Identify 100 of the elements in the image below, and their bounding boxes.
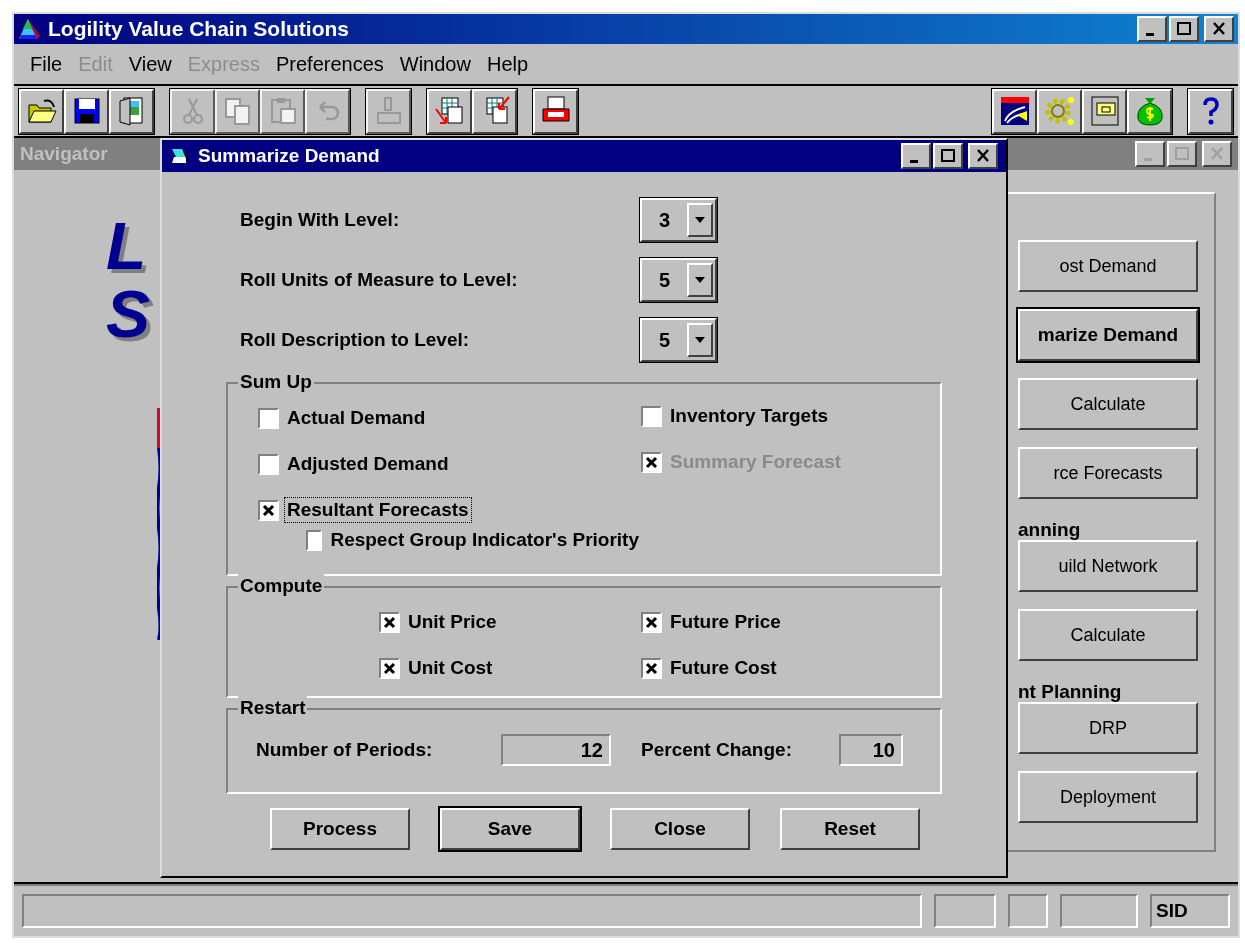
group-title: Compute	[238, 574, 325, 598]
toolbar-button[interactable]	[992, 88, 1037, 134]
menu-item[interactable]: Preferences	[267, 49, 392, 79]
toolbar-button[interactable]	[64, 88, 109, 134]
close-icon	[1211, 22, 1227, 36]
x-mark-icon	[383, 615, 396, 629]
chart-card-icon	[998, 95, 1031, 127]
file-cabinet-icon	[1088, 95, 1121, 127]
maximize-icon	[940, 149, 956, 163]
toolbar-button[interactable]	[109, 88, 154, 134]
dialog-button[interactable]: Close	[610, 808, 750, 850]
level-label: Roll Description to Level:	[240, 327, 471, 352]
level-dropdown[interactable]: 5	[640, 318, 717, 362]
maximize-icon	[1174, 147, 1190, 161]
logo-text: L	[106, 212, 148, 280]
dialog-button[interactable]: Save	[440, 808, 580, 850]
toolbar-button[interactable]	[1082, 88, 1127, 134]
level-dropdown[interactable]: 3	[640, 198, 717, 242]
x-mark-icon	[383, 661, 396, 675]
dialog-app-icon	[170, 147, 190, 165]
checkbox-label: Unit Cost	[407, 656, 494, 680]
minimize-button[interactable]	[1135, 141, 1165, 167]
x-mark-icon	[645, 455, 658, 469]
section-heading: nt Planning	[1018, 680, 1123, 704]
minimize-icon	[1144, 157, 1152, 161]
navigator-button[interactable]: marize Demand	[1018, 309, 1198, 361]
toolbar-button[interactable]	[472, 88, 517, 134]
toolbar-button[interactable]	[427, 88, 472, 134]
maximize-button[interactable]	[933, 143, 963, 169]
checkbox[interactable]	[641, 611, 662, 633]
close-icon	[1209, 147, 1225, 161]
checkbox-label: Respect Group Indicator's Priority	[329, 528, 640, 552]
checkbox[interactable]	[641, 657, 662, 679]
section-heading: anning	[1018, 518, 1082, 542]
menu-item[interactable]: View	[120, 49, 180, 79]
toolbar-button[interactable]	[19, 88, 64, 134]
level-label: Begin With Level:	[240, 207, 401, 232]
status-pane	[1008, 894, 1048, 928]
number-field[interactable]: 12	[501, 734, 611, 766]
checkbox-label: Inventory Targets	[669, 404, 830, 428]
dropdown-value: 5	[657, 268, 672, 293]
close-button[interactable]	[968, 143, 998, 169]
dialog-button[interactable]: Process	[270, 808, 410, 850]
minimize-icon	[1146, 32, 1154, 36]
checkbox-label: Future Price	[669, 610, 782, 634]
checkbox-label: Resultant Forecasts	[285, 498, 471, 522]
window-title: Logility Value Chain Solutions	[48, 16, 350, 43]
toolbar-button[interactable]	[533, 88, 578, 134]
dropdown-value: 3	[657, 208, 672, 233]
pyramid-logo-icon	[18, 18, 42, 40]
checkbox[interactable]	[258, 453, 279, 475]
menu-item[interactable]: Window	[391, 49, 479, 79]
checkbox-label: Future Cost	[669, 656, 778, 680]
checkbox[interactable]	[258, 499, 279, 521]
toolbar-button[interactable]	[1188, 88, 1233, 134]
number-field[interactable]: 10	[839, 734, 903, 766]
table-arrow-icon	[433, 95, 466, 127]
navigator-button[interactable]: ost Demand	[1018, 240, 1198, 292]
dropdown-value: 5	[657, 328, 672, 353]
checkbox[interactable]	[379, 611, 400, 633]
close-button[interactable]	[1204, 16, 1234, 42]
x-mark-icon	[262, 503, 275, 517]
level-label: Roll Units of Measure to Level:	[240, 267, 519, 292]
navigator-button[interactable]: Calculate	[1018, 609, 1198, 661]
navigator-button[interactable]: Calculate	[1018, 378, 1198, 430]
logo-text: S	[106, 280, 151, 348]
status-pane	[934, 894, 996, 928]
x-mark-icon	[645, 661, 658, 675]
maximize-button[interactable]	[1169, 16, 1199, 42]
navigator-button[interactable]: Deployment	[1018, 771, 1198, 823]
navigator-button[interactable]: rce Forecasts	[1018, 447, 1198, 499]
field-label: Number of Periods:	[256, 737, 434, 762]
menu-item[interactable]: Help	[478, 49, 537, 79]
checkbox[interactable]	[379, 657, 400, 679]
checkbox-label: Unit Price	[407, 610, 498, 634]
menu-item[interactable]: File	[22, 49, 71, 79]
dialog-button[interactable]: Reset	[780, 808, 920, 850]
x-mark-icon	[645, 615, 658, 629]
navigator-title: Navigator	[20, 141, 108, 166]
minimize-icon	[910, 159, 918, 163]
checkbox-label: Adjusted Demand	[286, 452, 450, 476]
navigator-button[interactable]: DRP	[1018, 702, 1198, 754]
dialog-title: Summarize Demand	[198, 143, 380, 168]
toolbar-button[interactable]	[1127, 88, 1172, 134]
close-button[interactable]	[1202, 141, 1232, 167]
field-label: Percent Change:	[641, 737, 793, 762]
checkbox[interactable]	[306, 529, 323, 551]
close-icon	[975, 149, 991, 163]
maximize-button[interactable]	[1167, 141, 1197, 167]
checkbox-label: Actual Demand	[286, 406, 427, 430]
navigator-button[interactable]: uild Network	[1018, 540, 1198, 592]
maximize-icon	[1176, 22, 1192, 36]
checkbox[interactable]	[641, 405, 662, 427]
toolbar-button[interactable]	[1037, 88, 1082, 134]
gear-icon	[1043, 95, 1076, 127]
checkbox[interactable]	[258, 407, 279, 429]
status-text: SID	[1150, 894, 1230, 928]
level-dropdown[interactable]: 5	[640, 258, 717, 302]
minimize-button[interactable]	[1137, 16, 1167, 42]
minimize-button[interactable]	[901, 143, 931, 169]
